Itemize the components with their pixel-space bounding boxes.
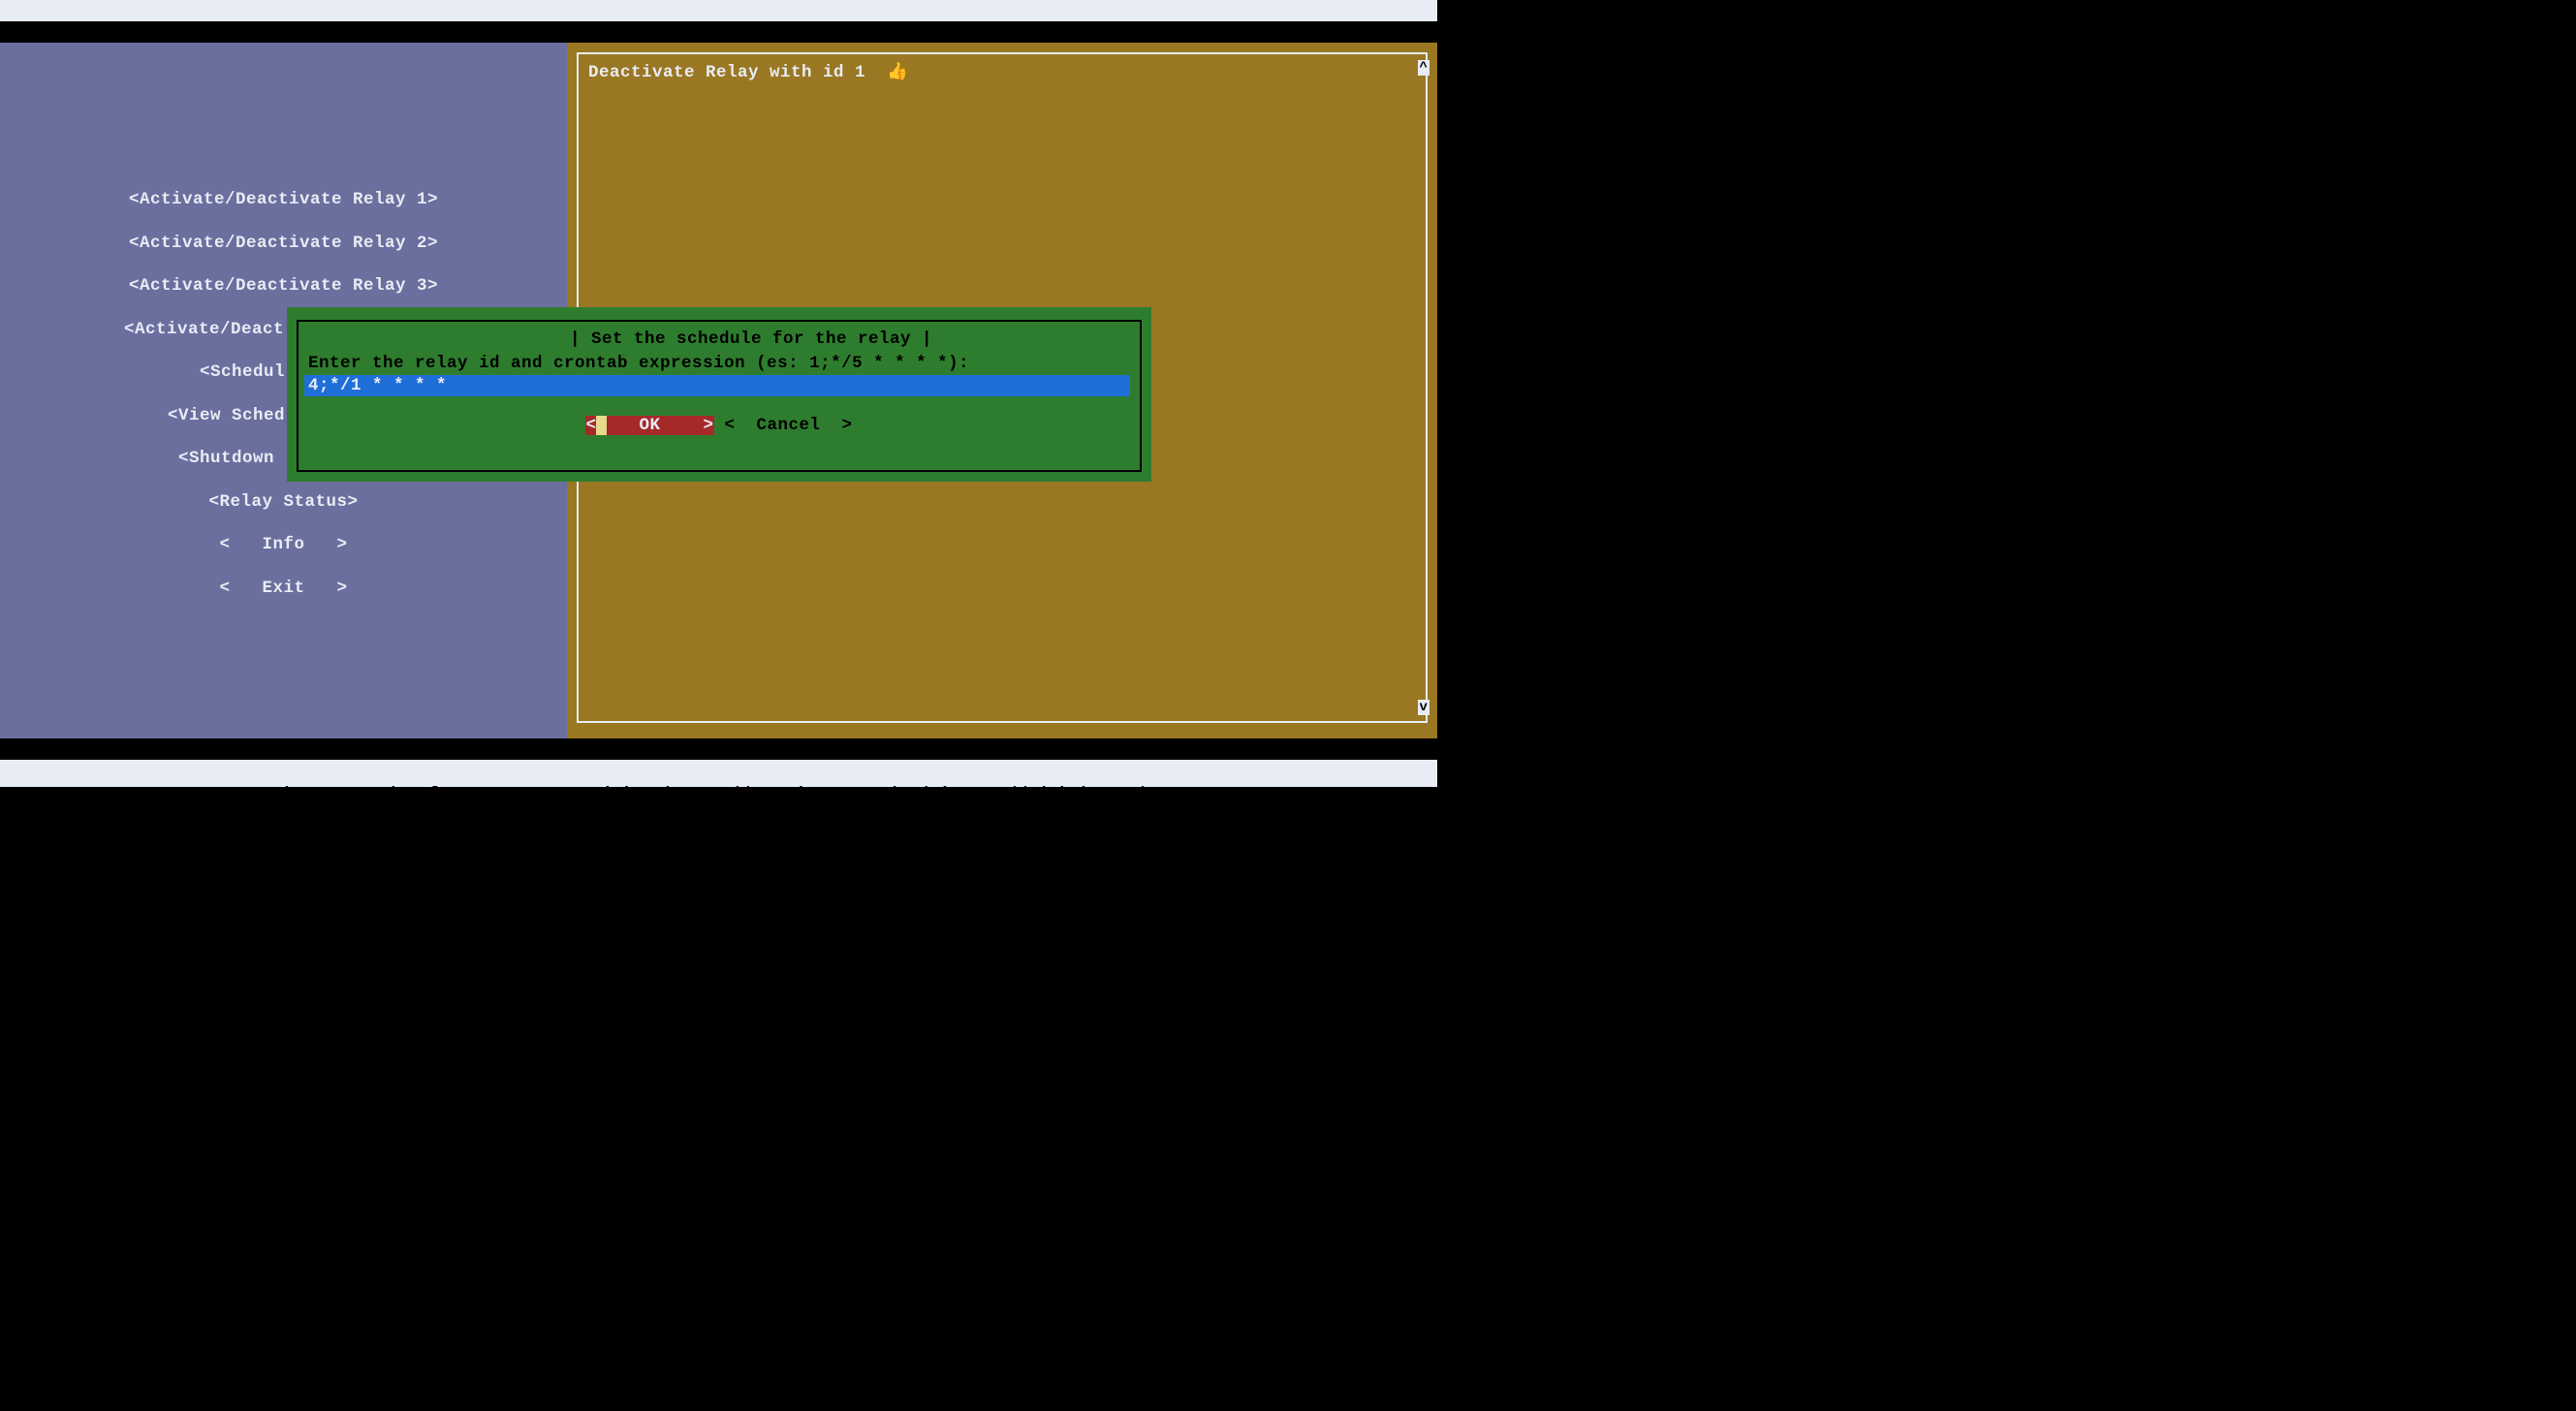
dialog-prompt: Enter the relay id and crontab expressio… bbox=[308, 354, 969, 373]
cancel-button[interactable]: < Cancel > bbox=[714, 416, 853, 435]
main-area: <Activate/Deactivate Relay 1> <Activate/… bbox=[0, 43, 1437, 738]
output-line: Deactivate Relay with id 1 👍 bbox=[588, 63, 908, 82]
menu-item-info[interactable]: < Info > bbox=[0, 523, 567, 567]
menu-item-relay-2[interactable]: <Activate/Deactivate Relay 2> bbox=[0, 222, 567, 266]
dialog-buttons: < OK > < Cancel > bbox=[287, 416, 1151, 435]
ok-button[interactable]: < OK > bbox=[585, 416, 713, 435]
menu-item-relay-1[interactable]: <Activate/Deactivate Relay 1> bbox=[0, 178, 567, 222]
schedule-dialog: | Set the schedule for the relay | Enter… bbox=[287, 307, 1151, 482]
ok-button-cursor bbox=[596, 416, 607, 435]
scroll-up-icon[interactable]: ^ bbox=[1418, 60, 1429, 76]
footer-text: Antonio Musarra's Blog 2009 - 2020 (c) -… bbox=[228, 785, 1230, 804]
scroll-down-icon[interactable]: v bbox=[1418, 700, 1429, 715]
menu-item-exit[interactable]: < Exit > bbox=[0, 567, 567, 611]
top-bar-hint: [Tab or Shift+Tab to move the focus] [CT… bbox=[898, 22, 1431, 42]
footer-bar: Antonio Musarra's Blog 2009 - 2020 (c) -… bbox=[0, 760, 1437, 787]
black-strip-bottom bbox=[0, 738, 1437, 760]
menu-item-relay-3[interactable]: <Activate/Deactivate Relay 3> bbox=[0, 265, 567, 308]
top-bar: [Tab or Shift+Tab to move the focus] [CT… bbox=[0, 0, 1437, 21]
menu-item-relay-status[interactable]: <Relay Status> bbox=[0, 481, 567, 524]
dialog-input[interactable]: 4;*/1 * * * * bbox=[304, 375, 1130, 396]
